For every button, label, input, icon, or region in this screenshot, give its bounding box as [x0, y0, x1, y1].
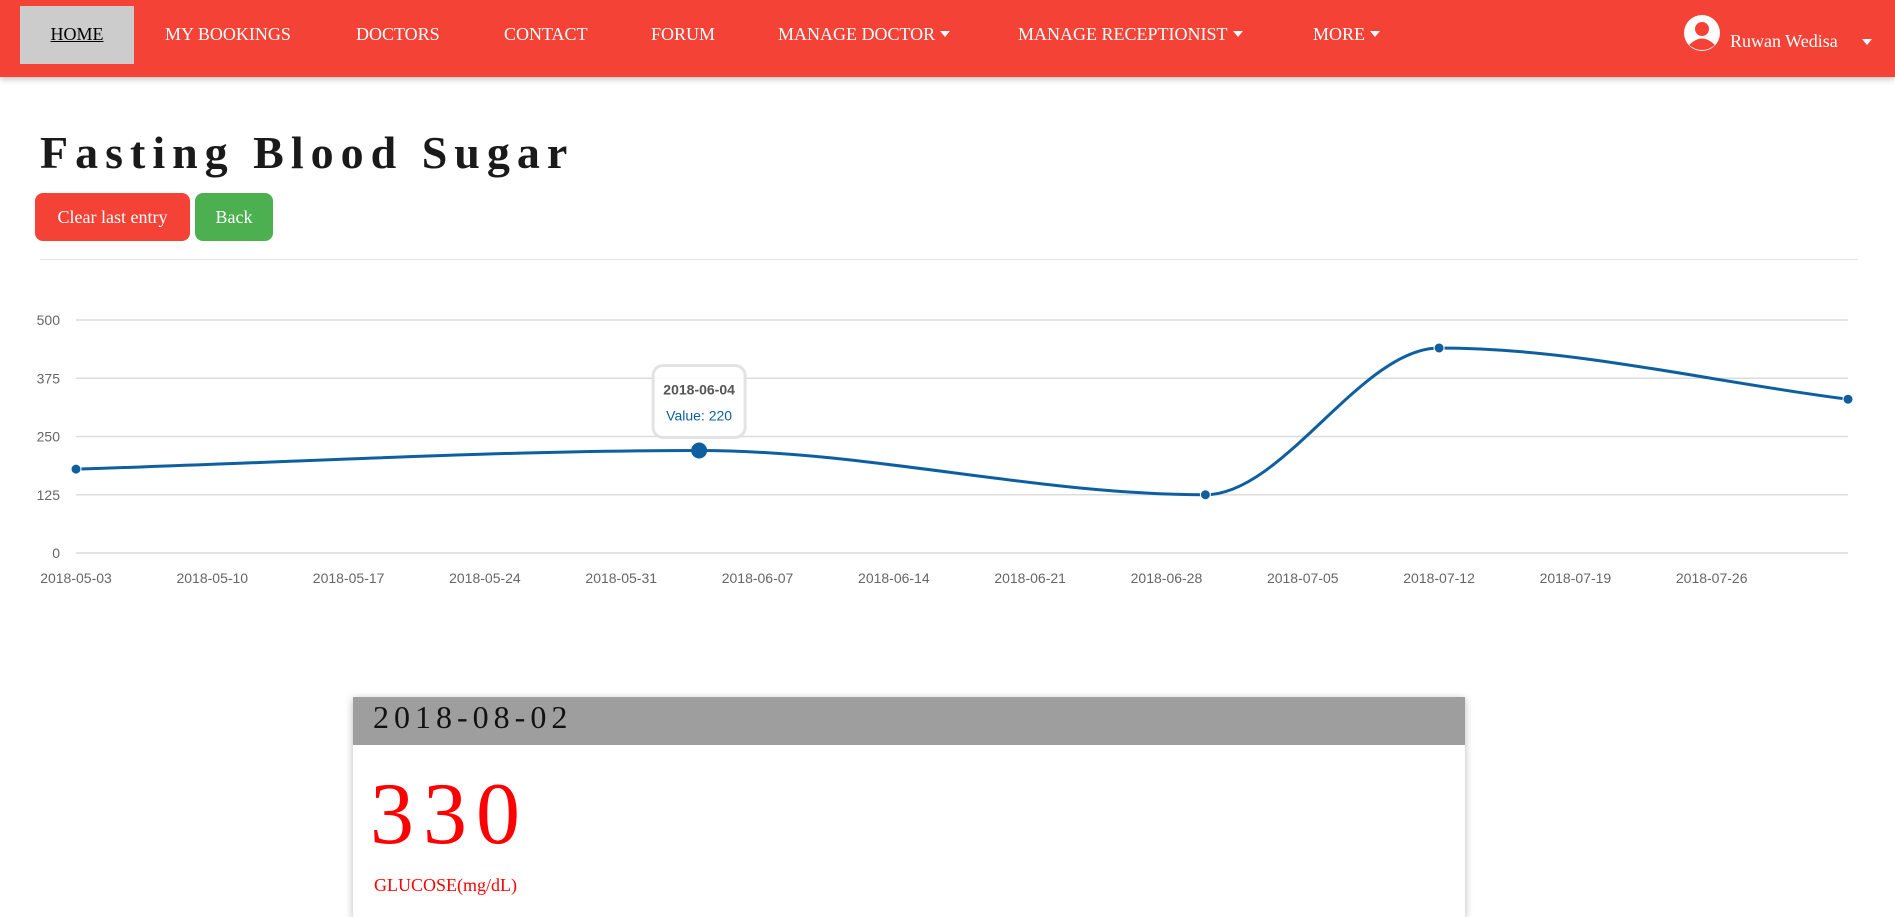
x-tick-label: 2018-06-28: [1131, 570, 1203, 586]
caret-down-icon: [940, 30, 951, 37]
x-tick-label: 2018-06-21: [994, 570, 1066, 586]
data-point: [70, 463, 82, 475]
x-tick-label: 2018-06-07: [722, 570, 794, 586]
clear-last-entry-button[interactable]: Clear last entry: [35, 193, 190, 241]
x-tick-label: 2018-05-31: [585, 570, 657, 586]
x-tick-label: 2018-07-19: [1540, 570, 1612, 586]
x-tick-label: 2018-05-03: [40, 570, 112, 586]
user-name: Ruwan Wedisa: [1730, 31, 1838, 51]
tooltip-value: Value: 220: [666, 407, 732, 423]
y-tick-label: 0: [52, 545, 60, 561]
user-avatar-icon: [1684, 15, 1720, 51]
reading-date: 2018-08-02: [373, 699, 573, 735]
nav-item-more-label: MORE: [1313, 24, 1366, 44]
caret-down-icon: [1862, 39, 1872, 45]
nav-item-contact[interactable]: CONTACT: [504, 0, 588, 64]
nav-item-doctors[interactable]: DOCTORS: [356, 0, 440, 64]
page-title: Fasting Blood Sugar: [40, 127, 575, 178]
data-point-highlighted: [691, 442, 708, 459]
nav-item-my-bookings[interactable]: MY BOOKINGS: [165, 0, 291, 64]
y-tick-label: 250: [37, 429, 61, 445]
x-tick-label: 2018-07-26: [1676, 570, 1748, 586]
caret-down-icon: [1232, 30, 1243, 37]
chart-tooltip: [651, 363, 747, 439]
y-tick-label: 500: [37, 312, 61, 328]
caret-down-icon: [1370, 30, 1381, 37]
x-tick-label: 2018-05-24: [449, 570, 521, 586]
blood-sugar-line-chart: 0 125 250 375 500 2018-05-03 2018-05-10 2018-05…: [37, 312, 1854, 586]
section-divider: [40, 259, 1858, 260]
card-header: 2018-08-02: [353, 697, 1465, 745]
x-tick-label: 2018-07-12: [1403, 570, 1475, 586]
y-tick-label: 125: [37, 487, 61, 503]
x-tick-label: 2018-06-14: [858, 570, 930, 586]
y-tick-label: 375: [37, 370, 61, 386]
x-tick-label: 2018-05-17: [313, 570, 385, 586]
nav-item-manage-receptionist-label: MANAGE RECEPTIONIST: [1018, 24, 1228, 44]
nav-item-manage-doctor[interactable]: MANAGE DOCTOR: [778, 0, 951, 64]
data-point: [1433, 342, 1445, 354]
series-line: [75, 346, 1849, 497]
nav-item-forum[interactable]: FORUM: [651, 0, 715, 64]
latest-reading-card: 2018-08-02 330: [353, 697, 1465, 917]
nav-item-home[interactable]: HOME: [20, 6, 134, 64]
back-button[interactable]: Back: [195, 193, 273, 241]
data-point: [1199, 489, 1211, 501]
top-navbar: HOME MY BOOKINGS DOCTORS CONTACT FORUM M…: [0, 0, 1895, 77]
data-point: [1842, 393, 1854, 405]
x-tick-label: 2018-05-10: [176, 570, 248, 586]
nav-item-manage-receptionist[interactable]: MANAGE RECEPTIONIST: [1018, 0, 1243, 64]
nav-item-manage-doctor-label: MANAGE DOCTOR: [778, 24, 936, 44]
nav-item-more[interactable]: MORE: [1313, 0, 1381, 64]
reading-value: 330: [370, 766, 529, 863]
x-tick-label: 2018-07-05: [1267, 570, 1339, 586]
tooltip-date: 2018-06-04: [663, 381, 735, 397]
